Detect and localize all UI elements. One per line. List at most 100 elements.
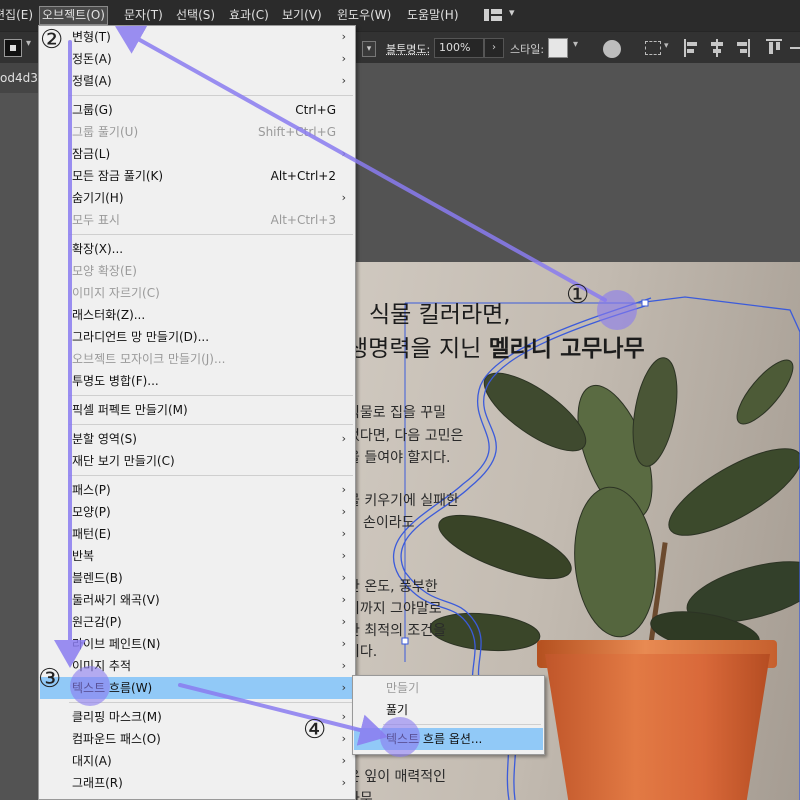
menu-item-label: 패스(P) xyxy=(72,483,111,497)
object-menu-dropdown: 변형(T) › 정돈(A) › 정렬(A) › 그룹(G) Ctrl+G 그룹 풀기(U… xyxy=(38,25,356,800)
menu-item-label: 모든 잠금 풀기(K) xyxy=(72,169,164,183)
menu-item-label: 컴파운드 패스(O) xyxy=(72,732,161,746)
body-line: 한 최적의 조건을 xyxy=(355,623,447,639)
align-center-icon[interactable] xyxy=(709,39,725,57)
menu-item-label: 정렬(A) xyxy=(72,74,112,88)
menu-item-show-all[interactable]: 모두 표시 Alt+Ctrl+3 xyxy=(40,209,354,231)
align-vcenter-icon[interactable] xyxy=(790,39,800,57)
menu-view[interactable]: 보기(V) xyxy=(282,7,322,24)
menu-item-transform[interactable]: 변형(T) › xyxy=(40,26,354,48)
menu-item-hide[interactable]: 숨기기(H) › xyxy=(40,187,354,209)
chevron-down-icon[interactable]: ▾ xyxy=(664,41,669,51)
menu-help[interactable]: 도움말(H) xyxy=(407,7,459,24)
menu-item-label: 텍스트 흐름(W) xyxy=(72,681,153,695)
submenu-arrow-icon: › xyxy=(341,52,346,65)
body-line: 은 잎이 매력적인 xyxy=(355,769,447,785)
menu-item-unlock-all[interactable]: 모든 잠금 풀기(K) Alt+Ctrl+2 xyxy=(40,165,354,187)
menu-item-crop-image[interactable]: 이미지 자르기(C) xyxy=(40,282,354,304)
menu-item-envelope-distort[interactable]: 둘러싸기 왜곡(V) › xyxy=(40,589,354,611)
chevron-down-icon[interactable]: ▾ xyxy=(26,38,31,49)
submenu-arrow-icon: › xyxy=(341,571,346,584)
chevron-down-icon[interactable]: ▾ xyxy=(362,41,376,57)
menu-item-ungroup[interactable]: 그룹 풀기(U) Shift+Ctrl+G xyxy=(40,121,354,143)
menu-type[interactable]: 문자(T) xyxy=(124,7,163,24)
menu-item-perspective[interactable]: 원근감(P) › xyxy=(40,611,354,633)
menu-item-text-wrap[interactable]: 텍스트 흐름(W) › xyxy=(40,677,354,699)
menu-effect[interactable]: 효과(C) xyxy=(229,7,269,24)
menu-window[interactable]: 윈도우(W) xyxy=(337,7,391,24)
menu-shortcut: Alt+Ctrl+3 xyxy=(270,213,336,227)
menu-item-label: 모양(P) xyxy=(72,505,111,519)
align-left-icon[interactable] xyxy=(684,39,700,57)
menu-item-align[interactable]: 정렬(A) › xyxy=(40,70,354,92)
opacity-input[interactable]: 100% xyxy=(434,38,484,58)
menu-item-rasterize[interactable]: 래스터화(Z)... xyxy=(40,304,354,326)
menu-item-label: 분할 영역(S) xyxy=(72,432,137,446)
menu-select[interactable]: 선택(S) xyxy=(176,7,215,24)
menu-item-flatten-transparency[interactable]: 투명도 병합(F)... xyxy=(40,370,354,392)
menu-item-gradient-mesh[interactable]: 그라디언트 망 만들기(D)... xyxy=(40,326,354,348)
menu-item-blend[interactable]: 블렌드(B) › xyxy=(40,567,354,589)
body-line: 한 온도, 풍부한 xyxy=(355,579,438,595)
menu-item-image-trace[interactable]: 이미지 추적 › xyxy=(40,655,354,677)
menu-item-repeat[interactable]: 반복 › xyxy=(40,545,354,567)
menu-item-label: 변형(T) xyxy=(72,30,111,44)
step2-badge: ② xyxy=(40,25,64,55)
menu-item-label: 풀기 xyxy=(386,703,409,717)
submenu-item-make[interactable]: 만들기 xyxy=(354,677,543,699)
menu-item-artboards[interactable]: 대지(A) › xyxy=(40,750,354,772)
menu-edit[interactable]: 편집(E) xyxy=(0,7,33,24)
menu-item-group[interactable]: 그룹(G) Ctrl+G xyxy=(40,99,354,121)
menu-item-live-paint[interactable]: 라이브 페인트(N) › xyxy=(40,633,354,655)
submenu-item-release[interactable]: 풀기 xyxy=(354,699,543,721)
chevron-down-icon[interactable]: ▾ xyxy=(509,6,515,19)
submenu-arrow-icon: › xyxy=(341,191,346,204)
menu-item-create-trim-marks[interactable]: 재단 보기 만들기(C) xyxy=(40,450,354,472)
menu-object[interactable]: 오브젝트(O) xyxy=(39,6,108,25)
workspace-layout-icon[interactable] xyxy=(484,9,502,21)
menu-item-label: 잠금(L) xyxy=(72,147,111,161)
menu-item-pixel-perfect[interactable]: 픽셀 퍼펙트 만들기(M) xyxy=(40,399,354,421)
step4-badge: ④ xyxy=(303,715,327,745)
menu-item-expand-appearance[interactable]: 모양 확장(E) xyxy=(40,260,354,282)
menu-item-object-mosaic[interactable]: 오브젝트 모자이크 만들기(J)... xyxy=(40,348,354,370)
opacity-label[interactable]: 불투명도: xyxy=(386,41,430,57)
menu-item-label: 그룹(G) xyxy=(72,103,113,117)
terracotta-pot xyxy=(545,654,770,800)
body-line: 을 들여야 할지다. xyxy=(355,450,451,466)
menu-item-label: 숨기기(H) xyxy=(72,191,124,205)
menu-item-label: 클리핑 마스크(M) xyxy=(72,710,162,724)
menu-item-arrange[interactable]: 정돈(A) › xyxy=(40,48,354,70)
submenu-item-text-wrap-options[interactable]: 텍스트 흐름 옵션... xyxy=(354,728,543,750)
submenu-arrow-icon: › xyxy=(341,74,346,87)
style-label: 스타일: xyxy=(510,43,545,56)
menu-item-label: 모양 확장(E) xyxy=(72,264,137,278)
body-line: 손이라도 xyxy=(363,515,415,531)
menu-item-label: 그룹 풀기(U) xyxy=(72,125,139,139)
style-swatch[interactable] xyxy=(548,38,568,58)
menu-separator xyxy=(69,395,353,396)
menu-item-slice[interactable]: 분할 영역(S) › xyxy=(40,428,354,450)
menu-item-pattern[interactable]: 패턴(E) › xyxy=(40,523,354,545)
chevron-right-icon[interactable]: › xyxy=(484,38,504,58)
body-line: 나무 xyxy=(355,791,373,800)
fill-color-swatch[interactable] xyxy=(4,39,22,57)
submenu-arrow-icon: › xyxy=(341,659,346,672)
chevron-down-icon[interactable]: ▾ xyxy=(573,39,578,50)
headline-line-1: 식물 킬러라면, xyxy=(369,302,511,328)
menu-item-path[interactable]: 패스(P) › xyxy=(40,479,354,501)
submenu-arrow-icon: › xyxy=(341,30,346,43)
menu-separator xyxy=(69,702,353,703)
menu-item-label: 재단 보기 만들기(C) xyxy=(72,454,175,468)
menu-item-graph[interactable]: 그래프(R) › xyxy=(40,772,354,794)
menu-item-shape[interactable]: 모양(P) › xyxy=(40,501,354,523)
recolor-artwork-icon[interactable] xyxy=(603,40,621,58)
headline-line-2: 생명력을 지닌 멜라니 고무나무 xyxy=(355,329,645,363)
menu-separator xyxy=(69,95,353,96)
menu-item-expand[interactable]: 확장(X)... xyxy=(40,238,354,260)
menu-item-label: 투명도 병합(F)... xyxy=(72,374,159,388)
align-right-icon[interactable] xyxy=(734,39,750,57)
align-top-icon[interactable] xyxy=(766,39,782,57)
transform-icon[interactable] xyxy=(645,41,661,55)
menu-item-lock[interactable]: 잠금(L) › xyxy=(40,143,354,165)
